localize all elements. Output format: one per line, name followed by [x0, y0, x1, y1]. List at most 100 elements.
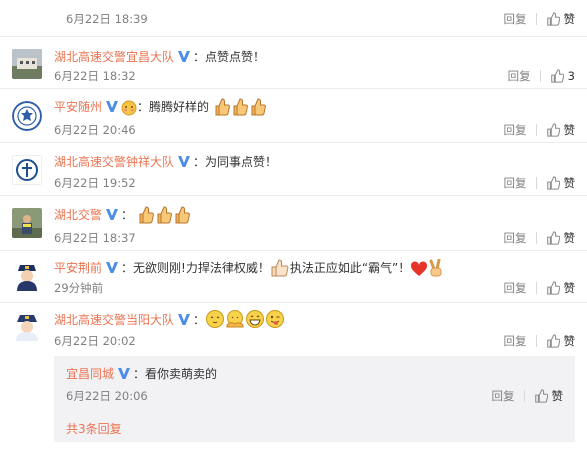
reply-text: ：看你卖萌卖的: [133, 367, 218, 381]
divider: [535, 13, 537, 25]
comment-text: 执法正应如此“霸气”！: [289, 261, 411, 275]
comment-time: 6月22日 19:52: [54, 176, 136, 190]
comment-item: 湖北高速交警宜昌大队 ：点赞点赞！ 6月22日 18:32 回复 3: [0, 37, 587, 89]
comment-time: 6月22日 20:46: [54, 123, 136, 137]
reply-button[interactable]: 回复: [508, 68, 531, 84]
like-button[interactable]: 赞: [546, 122, 576, 138]
verified-icon: [106, 101, 119, 112]
thumbs-up-emoji-icon: [231, 98, 249, 120]
comment-time: 6月22日 20:02: [54, 334, 136, 348]
comment-item: 平安荆前 ：无欲则刚!力捍法律权威！ 执法正应如此“霸气”！ 29分钟前 回复 赞: [0, 251, 587, 303]
divider: [535, 177, 537, 189]
like-button[interactable]: 赞: [546, 280, 576, 296]
reply-actions: 回复 赞: [492, 388, 564, 404]
username-link[interactable]: 湖北高速交警钟祥大队: [54, 155, 174, 169]
verified-icon: [106, 209, 119, 220]
like-label: 赞: [563, 12, 576, 26]
verified-icon: [118, 368, 131, 379]
comment-actions: 回复 赞: [504, 11, 576, 27]
avatar[interactable]: [12, 208, 42, 238]
verified-icon: [106, 262, 119, 273]
more-replies-link[interactable]: 共3条回复: [66, 420, 122, 437]
comment-line: 湖北高速交警钟祥大队 ：为同事点赞！: [54, 154, 277, 170]
comment-line: 平安荆前 ：无欲则刚!力捍法律权威！ 执法正应如此“霸气”！: [54, 258, 444, 281]
username-link[interactable]: 平安荆前: [54, 261, 102, 275]
thumbs-up-icon: [550, 69, 564, 83]
comment-actions: 回复 3: [508, 68, 575, 84]
comment-text: ：: [193, 313, 206, 327]
divider: [523, 390, 525, 402]
heart-emoji-icon: [410, 261, 428, 281]
comment-line: 湖北交警 ：: [54, 206, 191, 228]
divider: [535, 124, 537, 136]
comment-actions: 回复 赞: [504, 122, 576, 138]
reply-button[interactable]: 回复: [504, 11, 527, 27]
like-label: 赞: [551, 389, 564, 403]
thumbs-up-emoji-icon: [137, 206, 155, 228]
comment-time: 6月22日 18:39: [66, 12, 148, 26]
reply-button[interactable]: 回复: [504, 175, 527, 191]
like-label: 赞: [563, 123, 576, 137]
blush-emoji-icon: [121, 100, 137, 120]
reply-button[interactable]: 回复: [492, 388, 515, 404]
reply-button[interactable]: 回复: [504, 280, 527, 296]
comment-actions: 回复 赞: [504, 230, 576, 246]
like-button[interactable]: 赞: [534, 388, 564, 404]
like-button[interactable]: 赞: [546, 175, 576, 191]
comment-line: 平安随州 ：腾腾好样的: [54, 98, 267, 120]
like-button[interactable]: 赞: [546, 333, 576, 349]
verified-icon: [178, 51, 191, 62]
comment-time: 6月22日 18:37: [54, 231, 136, 245]
reply-thread: 宜昌同城 ：看你卖萌卖的 6月22日 20:06 回复 赞 共3条回复: [54, 356, 575, 442]
divider: [539, 70, 541, 82]
comment-item: 湖北高速交警钟祥大队 ：为同事点赞！ 6月22日 19:52 回复 赞: [0, 143, 587, 196]
divider: [535, 335, 537, 347]
reply-button[interactable]: 回复: [504, 122, 527, 138]
thumbs-up-icon: [546, 12, 560, 26]
reply-button[interactable]: 回复: [504, 333, 527, 349]
avatar[interactable]: [12, 261, 42, 291]
like-label: 赞: [563, 176, 576, 190]
comment-actions: 回复 赞: [504, 333, 576, 349]
thumbs-up-emoji-icon: [213, 98, 231, 120]
grin-emoji-icon: [245, 309, 265, 333]
comment-time: 29分钟前: [54, 281, 104, 295]
shy-emoji-icon: [205, 309, 225, 333]
comment-text: ：无欲则刚!力捍法律权威！: [121, 261, 270, 275]
comment-line: 湖北高速交警当阳大队 ：: [54, 309, 285, 333]
username-link[interactable]: 湖北高速交警当阳大队: [54, 313, 174, 327]
username-link[interactable]: 宜昌同城: [66, 367, 114, 381]
thumbs-up-emoji-icon: [249, 98, 267, 120]
like-label: 赞: [563, 281, 576, 295]
thumbs-up-icon: [534, 389, 548, 403]
comment-text: ：腾腾好样的: [137, 100, 210, 114]
thumbs-up-icon: [546, 176, 560, 190]
comment-actions: 回复 赞: [504, 175, 576, 191]
thumbs-up-emoji-icon: [173, 206, 191, 228]
comment-time: 6月22日 18:32: [54, 69, 136, 83]
avatar[interactable]: [12, 155, 42, 185]
like-button[interactable]: 赞: [546, 11, 576, 27]
comment-actions: 回复 赞: [504, 280, 576, 296]
like-label: 赞: [563, 231, 576, 245]
reply-button[interactable]: 回复: [504, 230, 527, 246]
verified-icon: [178, 156, 191, 167]
comment-item: 平安随州 ：腾腾好样的 6月22日 20:46 回复 赞: [0, 89, 587, 143]
thumbs-up-icon: [546, 334, 560, 348]
like-label: 赞: [563, 334, 576, 348]
username-link[interactable]: 湖北交警: [54, 208, 102, 222]
avatar[interactable]: [12, 101, 42, 131]
avatar[interactable]: [12, 49, 42, 79]
avatar[interactable]: [12, 311, 42, 341]
divider: [535, 282, 537, 294]
reply-line: 宜昌同城 ：看你卖萌卖的: [66, 366, 217, 382]
like-button[interactable]: 赞: [546, 230, 576, 246]
reply-time: 6月22日 20:06: [66, 389, 148, 403]
comment-text: ：点赞点赞！: [193, 50, 266, 64]
username-link[interactable]: 平安随州: [54, 100, 102, 114]
comment-text: ：: [121, 208, 134, 222]
like-button[interactable]: 3: [550, 69, 575, 83]
wink-tongue-emoji-icon: [265, 309, 285, 333]
username-link[interactable]: 湖北高速交警宜昌大队: [54, 50, 174, 64]
comment-text: ：为同事点赞！: [193, 155, 278, 169]
